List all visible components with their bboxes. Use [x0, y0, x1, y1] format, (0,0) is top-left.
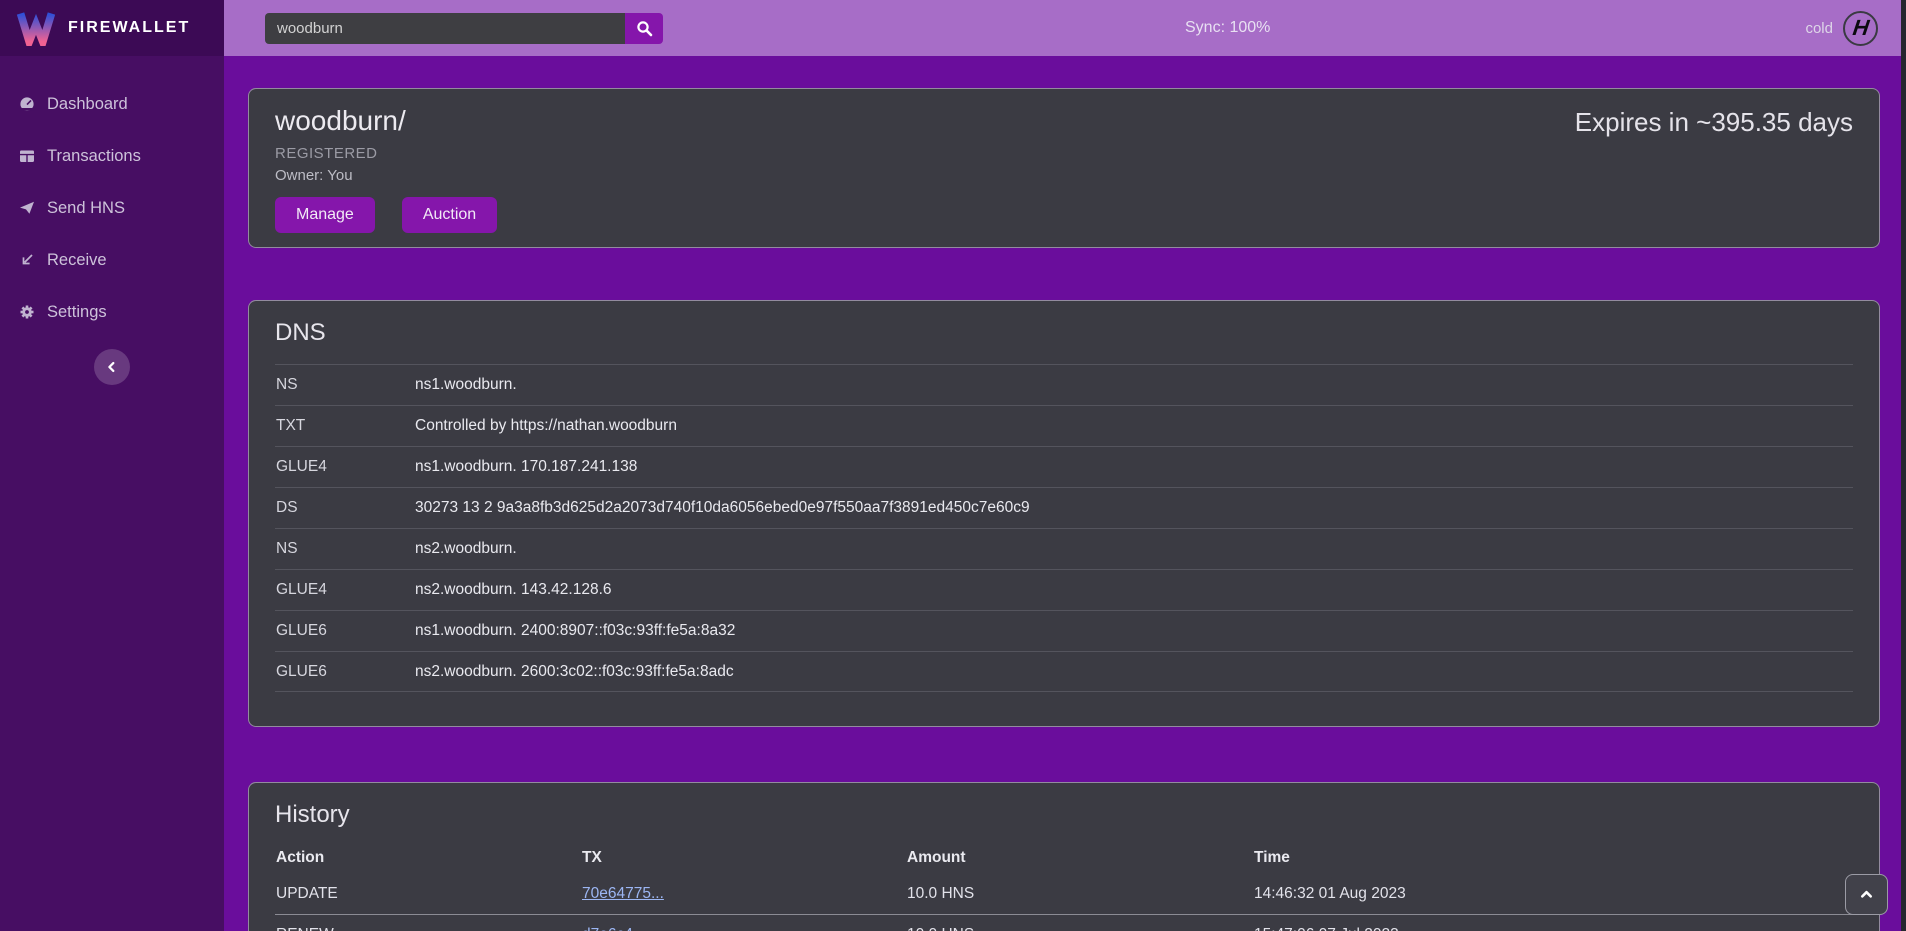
dns-record-value: ns2.woodburn. — [415, 540, 517, 558]
dns-record-row: GLUE4 ns1.woodburn. 170.187.241.138 — [275, 446, 1853, 487]
history-time: 15:47:06 07 Jul 2023 — [1254, 926, 1853, 931]
history-amount: 10.0 HNS — [907, 926, 1254, 931]
domain-status-badge: REGISTERED — [275, 145, 1853, 162]
domain-owner: Owner: You — [275, 167, 1853, 184]
search-button[interactable] — [625, 13, 663, 44]
dns-table: NS ns1.woodburn. TXT Controlled by https… — [275, 364, 1853, 692]
dns-record-row: GLUE4 ns2.woodburn. 143.42.128.6 — [275, 569, 1853, 610]
search-icon — [636, 20, 653, 37]
tx-link[interactable]: d7e6c4... — [582, 926, 646, 931]
history-row: UPDATE 70e64775... 10.0 HNS 14:46:32 01 … — [275, 873, 1853, 914]
dns-record-row: GLUE6 ns2.woodburn. 2600:3c02::f03c:93ff… — [275, 651, 1853, 692]
brand-logo-icon — [16, 10, 56, 46]
gear-icon — [19, 304, 35, 320]
history-row: RENEW d7e6c4... 10.0 HNS 15:47:06 07 Jul… — [275, 914, 1853, 931]
dns-record-type: GLUE4 — [275, 581, 415, 599]
wallet-name: cold — [1805, 20, 1833, 37]
sidebar: FIREWALLET Dashboard Transactions — [0, 0, 224, 931]
sidebar-item-label: Settings — [47, 303, 107, 322]
dns-record-type: TXT — [275, 417, 415, 435]
dns-record-value: 30273 13 2 9a3a8fb3d625d2a2073d740f10da6… — [415, 499, 1030, 517]
dns-record-type: GLUE6 — [275, 622, 415, 640]
manage-button[interactable]: Manage — [275, 197, 375, 233]
column-header-time: Time — [1254, 849, 1853, 867]
dns-record-value: ns2.woodburn. 143.42.128.6 — [415, 581, 612, 599]
dns-record-type: NS — [275, 540, 415, 558]
page-scrollbar[interactable] — [1901, 0, 1906, 931]
search-bar — [265, 13, 663, 44]
column-header-amount: Amount — [907, 849, 1254, 867]
column-header-action: Action — [276, 849, 582, 867]
domain-card: woodburn/ Expires in ~395.35 days REGIST… — [248, 88, 1880, 248]
dns-record-value: ns1.woodburn. 2400:8907::f03c:93ff:fe5a:… — [415, 622, 735, 640]
sidebar-item-label: Receive — [47, 251, 107, 270]
dns-card-title: DNS — [275, 319, 1853, 347]
sidebar-item-receive[interactable]: Receive — [0, 234, 224, 286]
sidebar-collapse-button[interactable] — [94, 349, 130, 385]
sync-status: Sync: 100% — [1185, 19, 1270, 37]
scroll-top-button[interactable] — [1845, 874, 1888, 915]
dns-record-row: DS 30273 13 2 9a3a8fb3d625d2a2073d740f10… — [275, 487, 1853, 528]
wallet-widget: cold H — [1805, 11, 1878, 46]
history-action: RENEW — [276, 926, 582, 931]
dns-record-row: NS ns2.woodburn. — [275, 528, 1853, 569]
dns-record-type: NS — [275, 376, 415, 394]
sidebar-item-transactions[interactable]: Transactions — [0, 130, 224, 182]
search-input[interactable] — [265, 13, 625, 44]
brand-name: FIREWALLET — [68, 19, 190, 37]
history-card: History Action TX Amount Time UPDATE 70e… — [248, 782, 1880, 931]
dns-record-row: NS ns1.woodburn. — [275, 364, 1853, 405]
sidebar-item-label: Send HNS — [47, 199, 125, 218]
history-action: UPDATE — [276, 885, 582, 903]
dns-card: DNS NS ns1.woodburn. TXT Controlled by h… — [248, 300, 1880, 727]
chevron-up-icon — [1859, 887, 1874, 902]
sidebar-item-label: Dashboard — [47, 95, 128, 114]
arrow-down-left-icon — [19, 252, 35, 268]
dns-record-type: DS — [275, 499, 415, 517]
dns-record-row: GLUE6 ns1.woodburn. 2400:8907::f03c:93ff… — [275, 610, 1853, 651]
topbar: Sync: 100% cold H — [224, 0, 1906, 56]
dns-record-type: GLUE4 — [275, 458, 415, 476]
sidebar-item-dashboard[interactable]: Dashboard — [0, 78, 224, 130]
sidebar-nav: Dashboard Transactions Send HNS — [0, 56, 224, 338]
auction-button[interactable]: Auction — [402, 197, 497, 233]
dns-record-type: GLUE6 — [275, 663, 415, 681]
gauge-icon — [19, 96, 35, 112]
dns-record-value: ns1.woodburn. 170.187.241.138 — [415, 458, 637, 476]
history-table: Action TX Amount Time UPDATE 70e64775...… — [275, 843, 1853, 931]
history-time: 14:46:32 01 Aug 2023 — [1254, 885, 1853, 903]
dns-record-row: TXT Controlled by https://nathan.woodbur… — [275, 405, 1853, 446]
sidebar-item-label: Transactions — [47, 147, 141, 166]
dns-record-value: ns1.woodburn. — [415, 376, 517, 394]
history-amount: 10.0 HNS — [907, 885, 1254, 903]
domain-title: woodburn/ — [275, 105, 406, 137]
history-card-title: History — [275, 801, 1853, 829]
brand-header: FIREWALLET — [0, 0, 224, 56]
paper-plane-icon — [19, 200, 35, 216]
column-header-tx: TX — [582, 849, 907, 867]
history-header-row: Action TX Amount Time — [275, 843, 1853, 873]
sidebar-item-send-hns[interactable]: Send HNS — [0, 182, 224, 234]
handshake-logo-icon[interactable]: H — [1843, 11, 1878, 46]
dns-record-value: Controlled by https://nathan.woodburn — [415, 417, 677, 435]
tx-link[interactable]: 70e64775... — [582, 885, 664, 902]
dns-record-value: ns2.woodburn. 2600:3c02::f03c:93ff:fe5a:… — [415, 663, 734, 681]
chevron-left-icon — [105, 360, 119, 374]
sidebar-item-settings[interactable]: Settings — [0, 286, 224, 338]
domain-expiry: Expires in ~395.35 days — [1575, 107, 1853, 138]
table-icon — [19, 148, 35, 164]
